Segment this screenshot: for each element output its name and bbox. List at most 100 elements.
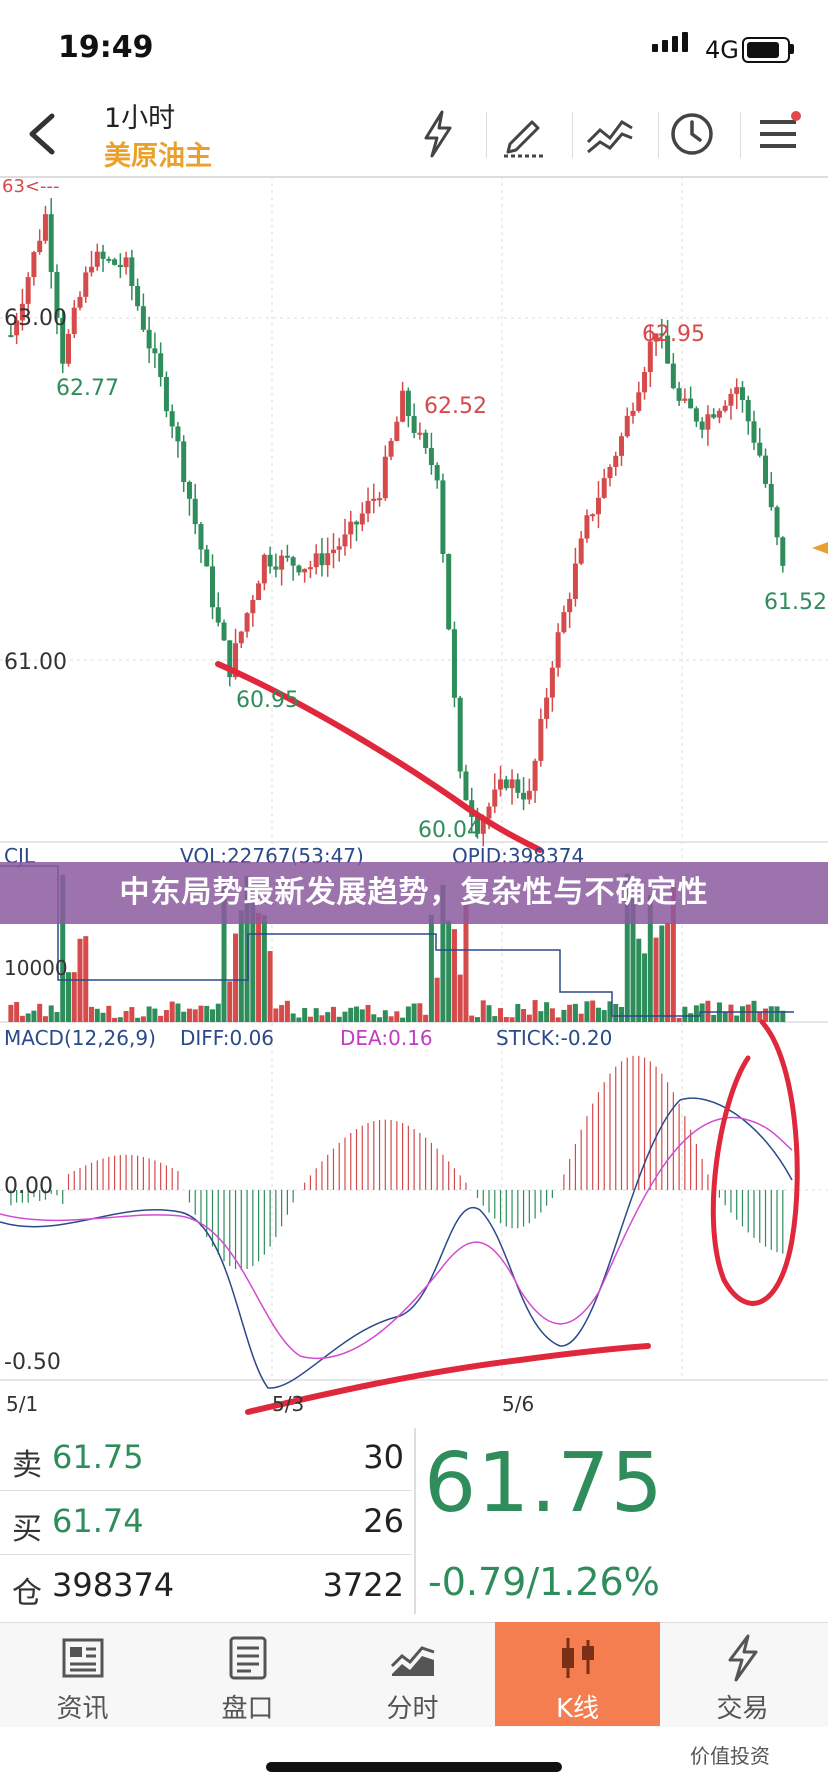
- candle-body: [256, 583, 262, 600]
- candle-body: [8, 335, 14, 338]
- candle-body: [705, 414, 711, 430]
- candle-body: [129, 257, 135, 287]
- volume-bar: [428, 914, 434, 1022]
- candle-body: [158, 353, 164, 378]
- bid-price: 61.74: [52, 1502, 144, 1540]
- open-interest-row: 仓 398374 3722: [0, 1556, 412, 1618]
- candle-body: [371, 498, 377, 501]
- tab-timeshare[interactable]: 分时: [330, 1622, 495, 1726]
- open-interest-value: 398374: [52, 1566, 175, 1604]
- menu-icon[interactable]: [750, 106, 806, 162]
- volume-bar: [457, 974, 463, 1022]
- candlestick-icon: [562, 1638, 594, 1678]
- candle-body: [515, 779, 521, 793]
- period-clock-icon[interactable]: [664, 106, 720, 162]
- circle-annotation: [710, 1019, 800, 1306]
- candle-body: [745, 399, 751, 422]
- candle-body: [739, 387, 745, 400]
- candle-body: [486, 806, 492, 819]
- candle-body: [417, 432, 423, 435]
- candle-body: [693, 408, 699, 422]
- candle-body: [48, 214, 54, 272]
- candlestick-series: [8, 198, 786, 847]
- ask-price: 61.75: [52, 1438, 144, 1476]
- volume-bar: [613, 1003, 619, 1022]
- candle-body: [307, 567, 313, 570]
- volume-bar: [676, 1017, 682, 1022]
- candle-body: [204, 549, 210, 567]
- candle-body: [77, 296, 83, 308]
- candle-body: [330, 549, 336, 554]
- candle-body: [267, 554, 273, 567]
- back-icon[interactable]: [20, 108, 64, 160]
- volume-bar: [722, 1012, 728, 1022]
- tab-trade[interactable]: 交易: [660, 1622, 825, 1726]
- volume-bar: [135, 1017, 141, 1022]
- candle-body: [590, 514, 596, 517]
- last-price-label: 61.52: [764, 590, 827, 615]
- volume-bar: [377, 1017, 383, 1022]
- candle-body: [578, 538, 584, 564]
- candle-body: [302, 568, 308, 573]
- volume-bar: [400, 1017, 406, 1022]
- volume-bar: [37, 1003, 43, 1022]
- low-price-label: 60.04: [418, 818, 481, 843]
- volume-bar: [210, 1009, 215, 1022]
- macd-stick-label: STICK:-0.20: [496, 1026, 613, 1050]
- draw-pen-icon[interactable]: [496, 106, 552, 162]
- candle-body: [290, 557, 296, 566]
- volume-bar: [198, 1005, 204, 1022]
- volume-bar: [146, 1006, 152, 1022]
- candle-body: [555, 632, 561, 668]
- volume-bar: [89, 1006, 95, 1022]
- candle-body: [526, 790, 532, 800]
- candle-body: [273, 566, 279, 570]
- candle-body: [509, 779, 515, 789]
- volume-bar: [336, 1016, 342, 1022]
- volume-bar: [446, 920, 452, 1022]
- bid-row[interactable]: 买 61.74 26: [0, 1492, 412, 1555]
- candle-body: [100, 251, 106, 259]
- bid-volume: 26: [363, 1502, 404, 1540]
- candle-body: [336, 546, 342, 550]
- indicator-icon[interactable]: [582, 106, 638, 162]
- candle-body: [682, 398, 688, 401]
- last-price: 61.75: [424, 1436, 664, 1531]
- tab-kline[interactable]: K线: [495, 1622, 660, 1726]
- candle-body: [348, 521, 354, 535]
- candle-body: [117, 264, 123, 268]
- candle-body: [94, 251, 100, 267]
- volume-bar: [509, 1017, 515, 1022]
- volume-bar: [480, 1000, 486, 1022]
- tab-label: 资讯: [56, 1694, 109, 1724]
- candle-body: [250, 599, 256, 614]
- candle-body: [31, 252, 37, 278]
- volume-bar: [261, 915, 267, 1022]
- volume-bar: [186, 1008, 192, 1022]
- candle-body: [181, 441, 187, 483]
- kline-chart[interactable]: [0, 176, 828, 1416]
- candle-body: [492, 789, 498, 807]
- macd-dea-line: [0, 1116, 793, 1360]
- candle-body: [446, 553, 452, 630]
- volume-bar: [745, 1004, 751, 1022]
- price-axis-label: 63.00: [4, 306, 67, 331]
- timeshare-icon: [390, 1646, 435, 1676]
- volume-bar: [572, 1003, 578, 1022]
- candle-body: [238, 631, 244, 644]
- flash-icon[interactable]: [410, 106, 466, 162]
- candle-body: [296, 565, 302, 573]
- price-marker-top: 63<---: [2, 176, 60, 197]
- tab-news[interactable]: 资讯: [0, 1622, 165, 1726]
- volume-bar: [227, 981, 233, 1022]
- volume-bar: [106, 1005, 112, 1022]
- ask-row[interactable]: 卖 61.75 30: [0, 1428, 412, 1491]
- candle-body: [607, 466, 613, 479]
- volume-bar: [492, 1016, 498, 1022]
- volume-bar: [515, 1004, 521, 1022]
- candle-body: [457, 697, 463, 772]
- candle-body: [313, 553, 319, 568]
- tab-orderbook[interactable]: 盘口: [165, 1622, 330, 1726]
- instrument-name[interactable]: 美原油主: [104, 134, 212, 173]
- candle-body: [244, 613, 250, 632]
